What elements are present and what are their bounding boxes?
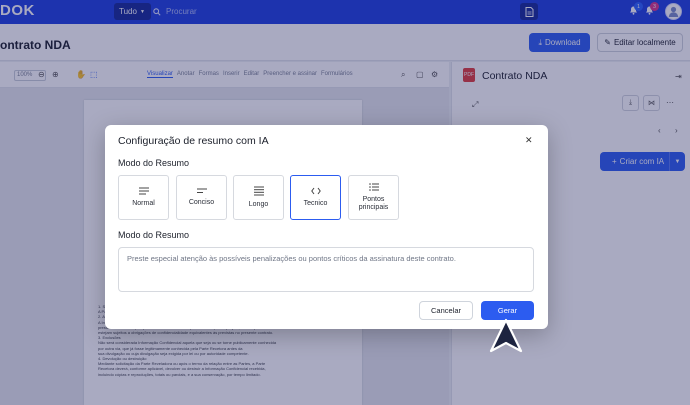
- lines-icon: [138, 187, 149, 195]
- mode-option-label: Longo: [248, 201, 269, 208]
- prompt-section-label: Modo do Resumo: [118, 230, 190, 240]
- mode-option-longo[interactable]: Longo: [233, 175, 284, 220]
- mouse-pointer-icon: [489, 318, 523, 353]
- cancel-button[interactable]: Cancelar: [419, 301, 473, 320]
- long-lines-icon: [253, 186, 264, 196]
- instructions-textarea[interactable]: Preste especial atenção às possíveis pen…: [118, 247, 534, 292]
- mode-option-label: Pontos principais: [358, 196, 389, 211]
- mode-option-conciso[interactable]: Conciso: [176, 175, 227, 220]
- close-icon[interactable]: ✕: [525, 135, 533, 146]
- mode-option-label: Tecnico: [303, 200, 328, 207]
- dialog-title: Configuração de resumo com IA: [118, 135, 269, 147]
- mode-option-normal[interactable]: Normal: [118, 175, 169, 220]
- summary-mode-label: Modo do Resumo: [118, 158, 190, 168]
- ai-summary-config-dialog: Configuração de resumo com IA ✕ Modo do …: [105, 125, 548, 329]
- code-icon: [310, 187, 321, 195]
- mode-option-label: Normal: [132, 200, 155, 207]
- mode-option-tecnico[interactable]: Tecnico: [290, 175, 341, 220]
- mode-option-pontos-principais[interactable]: Pontos principais: [348, 175, 399, 220]
- bullet-list-icon: [368, 183, 379, 191]
- mode-option-label: Conciso: [188, 199, 215, 206]
- short-lines-icon: [196, 188, 207, 193]
